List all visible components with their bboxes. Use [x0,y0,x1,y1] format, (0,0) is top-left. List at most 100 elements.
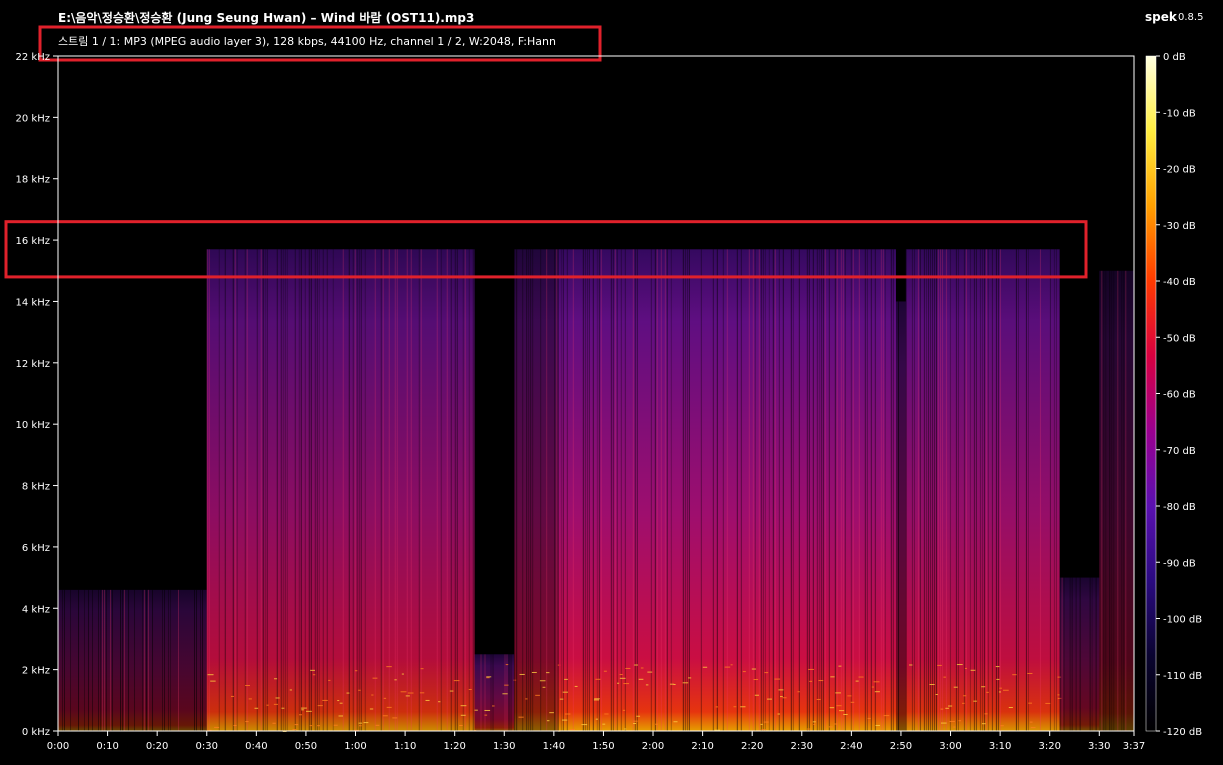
x-tick-label: 2:40 [840,741,862,752]
bright-streak [939,249,941,731]
x-tick-label: 1:10 [394,741,416,752]
dark-streak [1079,577,1081,731]
harmonic-dot [753,679,759,681]
y-tick-label: 4 kHz [22,604,50,615]
dark-streak [454,249,456,731]
bright-streak [726,249,728,731]
dark-streak [682,249,684,731]
dark-streak [760,249,762,731]
harmonic-dot [245,684,250,686]
dark-streak [892,249,894,731]
dark-streak [276,249,278,731]
harmonic-dot [1028,702,1033,704]
dark-streak [754,249,756,731]
y-tick-label: 18 kHz [16,175,50,186]
dark-streak [1063,577,1065,731]
dark-streak [634,249,636,731]
dark-streak [98,589,99,731]
harmonic-dot [519,673,525,675]
dark-streak [332,249,334,731]
harmonic-dot [633,722,637,724]
x-tick-label: 3:37 [1123,741,1145,752]
dark-streak [348,249,350,731]
bright-streak [852,249,854,731]
dark-streak [88,589,89,731]
dark-streak [933,249,935,731]
harmonic-dot [400,691,407,693]
dark-streak [380,249,382,731]
dark-streak [152,589,153,731]
dark-streak [850,249,852,731]
harmonic-dot [1000,725,1004,727]
harmonic-dot [354,670,358,672]
dark-streak [554,249,556,731]
harmonic-dot [963,695,967,697]
x-tick-label: 2:20 [741,741,763,752]
bright-streak [382,249,384,731]
dark-streak [84,589,85,731]
x-tick-label: 1:00 [344,741,366,752]
harmonic-dot [1003,689,1009,691]
bright-streak [1061,577,1063,731]
bright-streak [208,249,210,731]
dark-streak [820,249,822,731]
harmonic-dot [1012,674,1017,676]
dark-streak [492,654,494,731]
dark-streak [586,249,588,731]
y-tick-label: 0 kHz [22,727,50,738]
harmonic-dot [317,705,323,707]
harmonic-dot [655,723,658,725]
colorbar-tick-label: -30 dB [1163,221,1196,232]
dark-streak [616,249,618,731]
harmonic-dot [594,698,600,700]
harmonic-dot [518,716,524,718]
dark-streak [236,249,238,731]
dark-streak [890,249,892,731]
harmonic-dot [474,709,478,711]
dark-streak [772,249,774,731]
dark-streak [997,249,999,731]
bright-streak [600,249,602,731]
colorbar-tick-label: -10 dB [1163,108,1196,119]
harmonic-dot [301,709,304,711]
y-tick-label: 2 kHz [22,666,50,677]
harmonic-dot [207,674,214,676]
dark-streak [1053,249,1055,731]
harmonic-dot [546,720,550,722]
bright-streak [436,249,438,731]
x-tick-label: 1:20 [443,741,465,752]
dark-streak [834,249,836,731]
bright-streak [985,249,987,731]
dark-streak [995,249,997,731]
harmonic-dot [742,671,746,673]
dark-streak [418,249,420,731]
harmonic-dot [858,676,864,678]
bright-streak [374,249,376,731]
harmonic-dot [640,667,644,669]
y-tick-label: 10 kHz [16,420,50,431]
dark-streak [828,249,830,731]
harmonic-dot [298,714,302,716]
bright-streak [774,249,776,731]
dark-streak [987,249,989,731]
x-tick-label: 0:00 [47,741,69,752]
harmonic-dot [935,693,938,695]
dark-streak [612,249,614,731]
dark-streak [973,249,975,731]
harmonic-dot [289,689,292,691]
x-tick-label: 1:30 [493,741,515,752]
harmonic-dot [371,694,374,696]
dark-streak [122,589,123,731]
harmonic-dot [233,725,237,727]
dark-streak [266,249,268,731]
harmonic-dot [733,706,737,708]
harmonic-dot [392,717,398,719]
dark-streak [798,249,800,731]
spectrogram-segment-8 [1099,270,1134,731]
harmonic-dot [1029,721,1033,723]
harmonic-dot [502,693,508,695]
dark-streak [286,249,288,731]
dark-streak [666,249,668,731]
harmonic-dot [619,674,623,676]
dark-streak [792,249,794,731]
